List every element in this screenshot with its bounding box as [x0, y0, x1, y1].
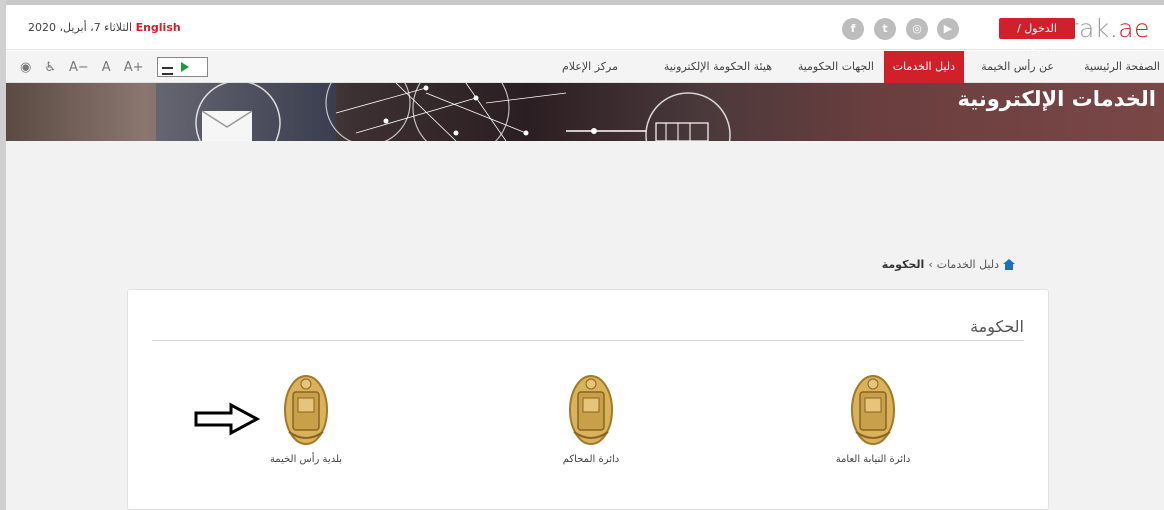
font-decrease-button[interactable]: A− [69, 60, 89, 75]
rak-emblem-icon [284, 375, 328, 445]
rak-emblem-icon [851, 375, 895, 445]
facebook-icon[interactable]: f [842, 18, 864, 40]
eye-icon[interactable]: ◉ [20, 60, 31, 75]
breadcrumb: دليل الخدمات › الحكومة [882, 258, 1015, 271]
youtube-icon[interactable]: ▶ [937, 18, 959, 40]
title-divider [152, 340, 1024, 341]
breadcrumb-parent[interactable]: دليل الخدمات [937, 258, 999, 271]
text-lines-icon [161, 67, 173, 75]
instagram-icon[interactable]: ◎ [906, 18, 928, 40]
main-navigation: الصفحة الرئيسية عن رأس الخيمة دليل الخدم… [6, 51, 1164, 83]
home-icon[interactable] [1003, 259, 1015, 270]
entity-courts-department[interactable]: دائرة المحاكم [521, 372, 661, 465]
nav-item-about-rak[interactable]: عن رأس الخيمة [981, 51, 1054, 83]
entity-label[interactable]: بلدية رأس الخيمة [236, 454, 376, 465]
language-link[interactable]: English [136, 21, 181, 34]
current-date: الثلاثاء 7، أبريل، 2020 [28, 21, 133, 34]
entity-label[interactable]: دائرة النيابة العامة [803, 454, 943, 465]
banner-title: الخدمات الإلكترونية [957, 87, 1156, 111]
font-increase-button[interactable]: A+ [124, 60, 144, 75]
nav-item-home[interactable]: الصفحة الرئيسية [1084, 51, 1160, 83]
accessibility-tools: ◉ ♿ A− A A+ [20, 56, 208, 78]
breadcrumb-separator: › [928, 258, 933, 271]
twitter-icon[interactable]: t [874, 18, 896, 40]
date-and-language: English الثلاثاء 7، أبريل، 2020 [28, 21, 189, 34]
nav-item-media-center[interactable]: مركز الإعلام [562, 51, 618, 83]
login-register-button[interactable]: الدخول / التسجيل [999, 18, 1075, 56]
top-bar: rak.ae الدخول / التسجيل ▶ ◎ t f English … [6, 5, 1164, 56]
font-normal-button[interactable]: A [102, 60, 111, 75]
section-title: الحكومة [970, 317, 1024, 336]
read-aloud-button[interactable] [156, 57, 208, 77]
government-entities-card: الحكومة دائرة النيابة العامة دائرة المحا… [127, 289, 1049, 510]
nav-item-services-guide[interactable]: دليل الخدمات [883, 51, 964, 83]
services-banner: الخدمات الإلكترونية [6, 83, 1164, 141]
entity-public-prosecution[interactable]: دائرة النيابة العامة [803, 372, 943, 465]
nav-item-government-entities[interactable]: الجهات الحكومية [798, 51, 874, 83]
nav-item-egovernment-authority[interactable]: هيئة الحكومة الإلكترونية [664, 51, 772, 83]
accessibility-person-icon[interactable]: ♿ [44, 60, 56, 75]
entity-label[interactable]: دائرة المحاكم [521, 454, 661, 465]
play-icon [180, 62, 189, 72]
rak-emblem-icon [569, 375, 613, 445]
pointer-arrow-icon [194, 402, 261, 436]
site-logo[interactable]: rak.ae [1068, 14, 1150, 43]
breadcrumb-current: الحكومة [881, 258, 925, 271]
